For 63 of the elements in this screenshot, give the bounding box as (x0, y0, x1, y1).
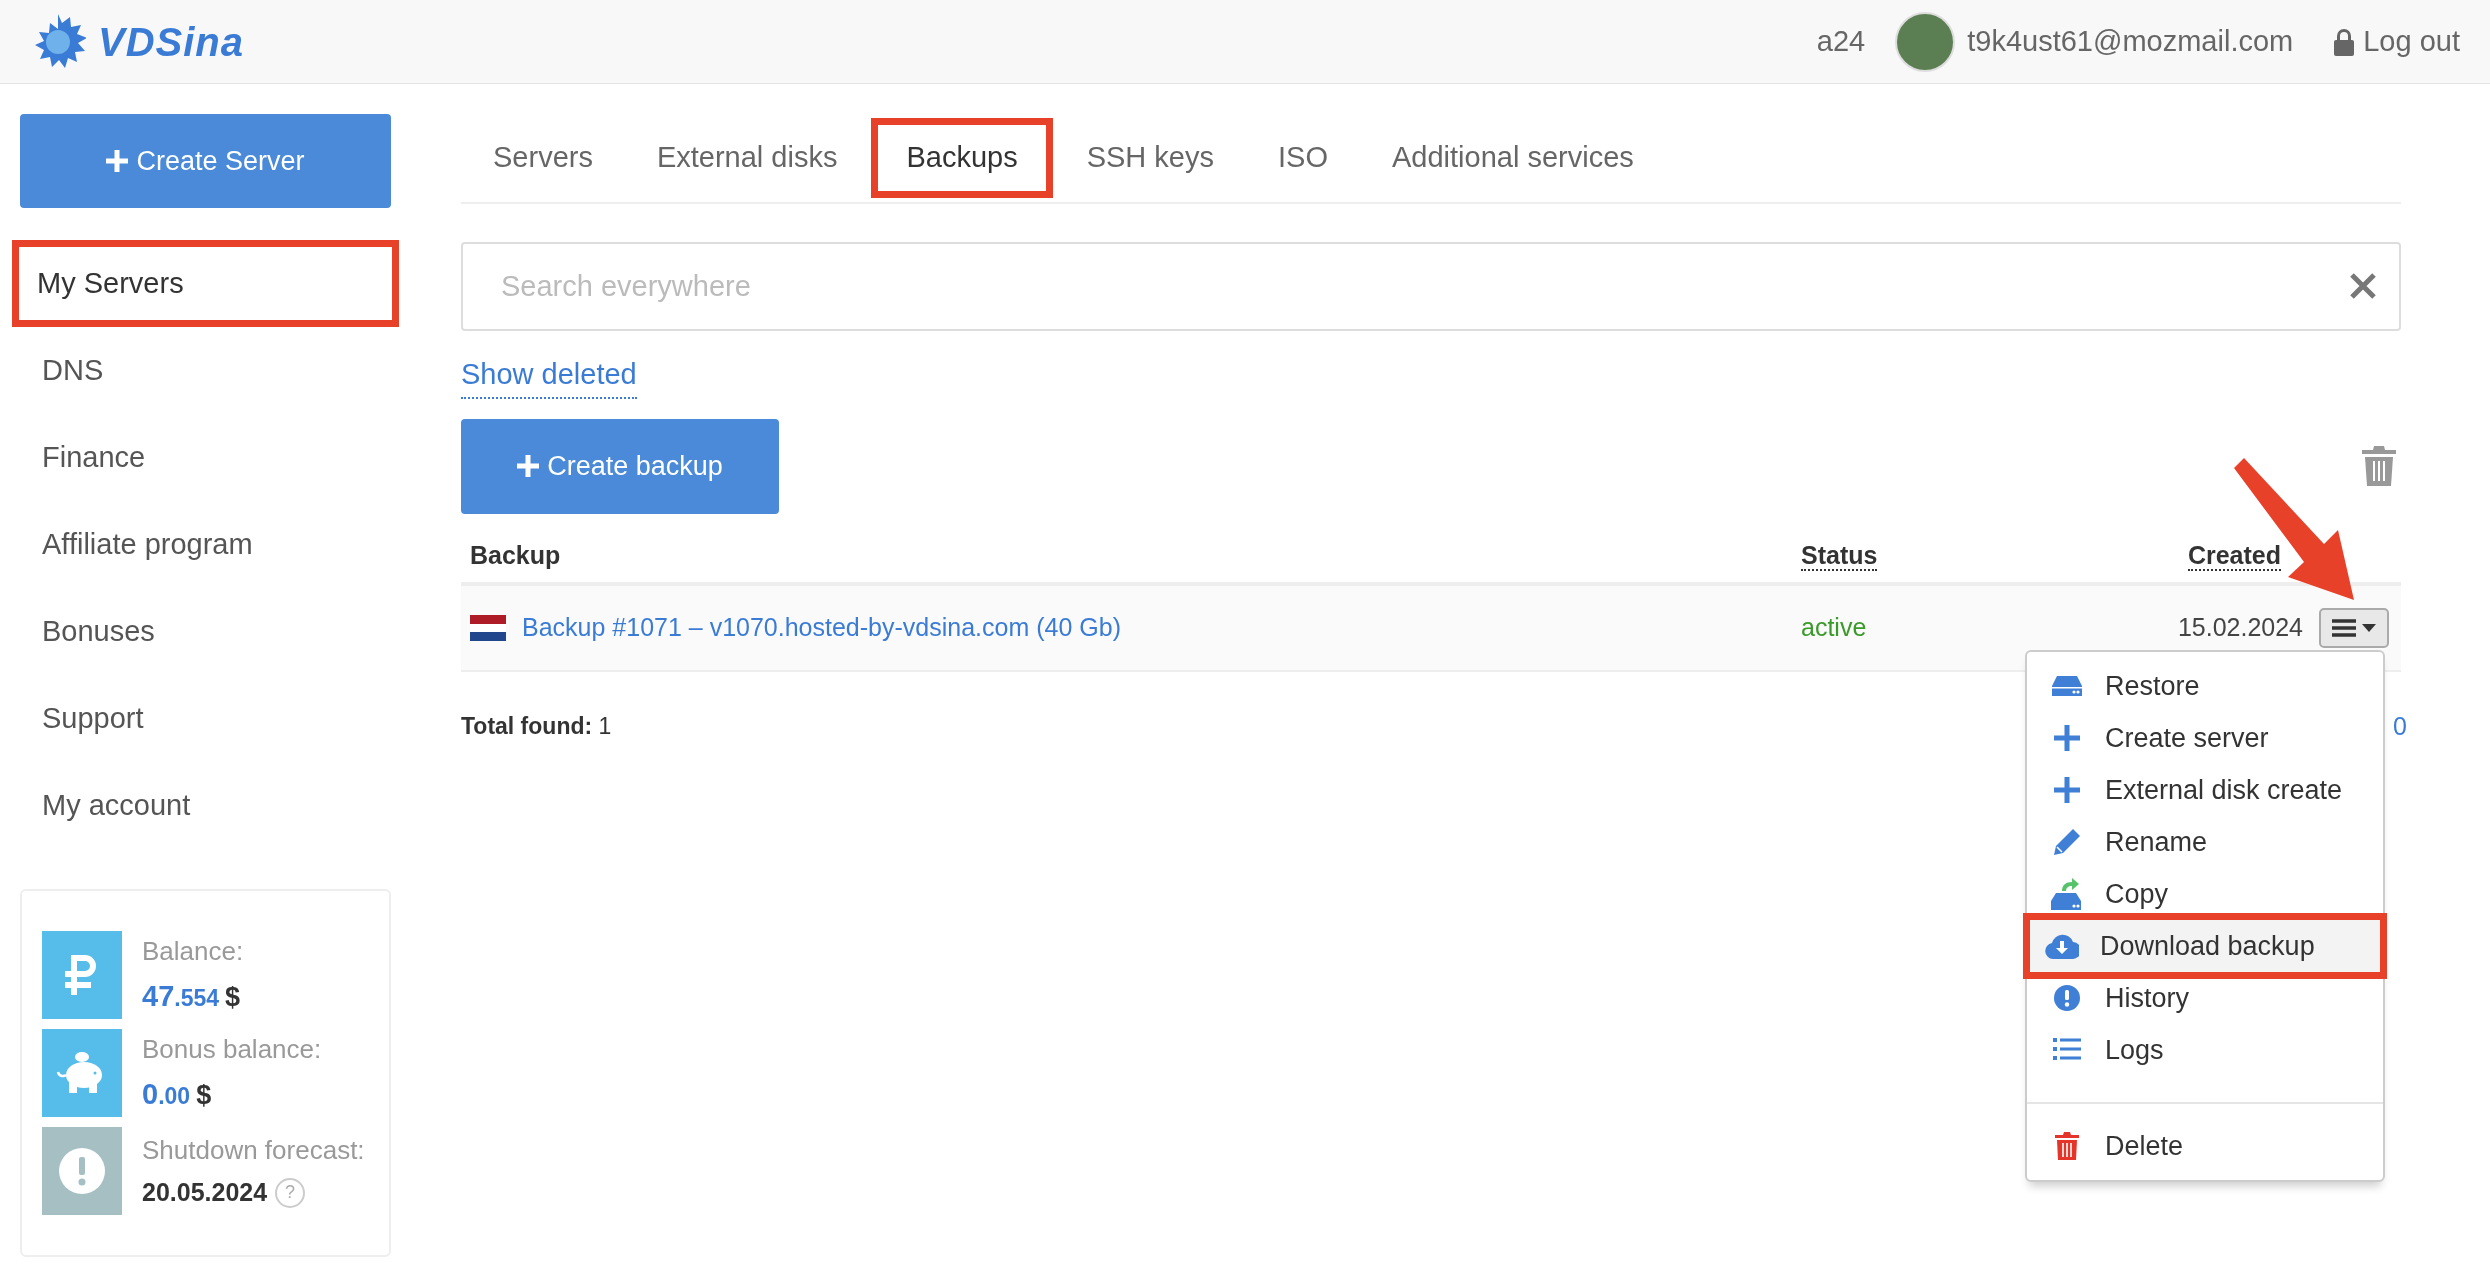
account-id: a24 (1816, 23, 1866, 59)
plus-icon (2054, 725, 2080, 751)
pagination-text[interactable]: 0 (2393, 707, 2407, 745)
plus-icon (106, 150, 129, 172)
piggy-bank-icon (42, 1029, 122, 1117)
lock-icon (2333, 27, 2356, 56)
menu-icon (2332, 618, 2356, 637)
logout-link[interactable]: Log out (2363, 19, 2460, 64)
balance-label: Balance: (142, 934, 244, 968)
menu-item[interactable]: Create server (2027, 712, 2383, 764)
sidebar-item[interactable]: Affiliate program (20, 501, 391, 588)
menu-item[interactable]: Delete (2027, 1120, 2383, 1172)
ruble-icon (42, 931, 122, 1019)
sidebar-item[interactable]: Bonuses (20, 588, 391, 675)
trash-icon (2055, 1132, 2079, 1160)
tab[interactable]: Backups (871, 118, 1053, 198)
sidebar-item[interactable]: Finance (20, 414, 391, 501)
menu-item[interactable]: Logs (2027, 1024, 2383, 1076)
tab[interactable]: Servers (461, 118, 625, 198)
logo-text: VDSina (98, 18, 245, 66)
sidebar-item[interactable]: DNS (20, 327, 391, 414)
plus-icon (517, 455, 540, 477)
column-header[interactable]: Status (1801, 540, 1878, 571)
total-found: Total found: 1 (461, 712, 612, 741)
forecast-date: 20.05.2024 (142, 1176, 268, 1208)
sidebar-item[interactable]: My account (20, 762, 391, 849)
tab[interactable]: ISO (1246, 118, 1360, 198)
create-server-button[interactable]: Create Server (20, 114, 391, 208)
sidebar-item[interactable]: Support (20, 675, 391, 762)
account-email-link[interactable]: t9k4ust61@mozmail.com (1967, 19, 2294, 64)
sidebar-item[interactable]: My Servers (12, 240, 399, 327)
menu-item[interactable]: Restore (2027, 660, 2383, 712)
column-header: Backup (470, 540, 561, 569)
pencil-icon (2053, 828, 2081, 856)
trash-icon[interactable] (2362, 446, 2396, 486)
menu-item[interactable]: Download backup (2023, 913, 2387, 979)
menu-item[interactable]: External disk create (2027, 764, 2383, 816)
drive-with-arrow-icon (2050, 877, 2084, 911)
flag-icon (470, 614, 506, 641)
drive-icon (2051, 674, 2083, 698)
warning-icon (42, 1127, 122, 1215)
create-backup-button[interactable]: Create backup (461, 418, 779, 514)
created-date: 15.02.2024 (2177, 611, 2303, 643)
backup-link[interactable]: Backup #1071 – v1070.hosted-by-vdsina.com (40 Gb) (522, 608, 1121, 647)
caret-icon (2362, 623, 2376, 632)
column-header[interactable]: Created (2187, 540, 2281, 571)
cloud-download-icon (2045, 933, 2079, 959)
actions-menu-button[interactable] (2319, 607, 2389, 648)
status-text: active (1801, 612, 1867, 641)
tab[interactable]: External disks (624, 118, 870, 198)
search-field[interactable]: Search everywhere (461, 242, 2401, 331)
balance-label: Bonus balance: (142, 1032, 322, 1066)
plus-icon (2054, 777, 2080, 803)
list-icon (2053, 1038, 2081, 1062)
tab[interactable]: SSH keys (1054, 118, 1246, 198)
balance-label: Shutdown forecast: (142, 1133, 365, 1167)
exclamation-circle-icon (2053, 984, 2081, 1012)
menu-item[interactable]: Rename (2027, 816, 2383, 868)
balance-amount: 0.00 $ (142, 1076, 213, 1112)
tab[interactable]: Additional services (1359, 118, 1666, 198)
close-icon[interactable] (2349, 272, 2377, 300)
show-deleted-link[interactable]: Show deleted (461, 353, 637, 399)
balance-amount: 47.554 $ (142, 978, 242, 1014)
